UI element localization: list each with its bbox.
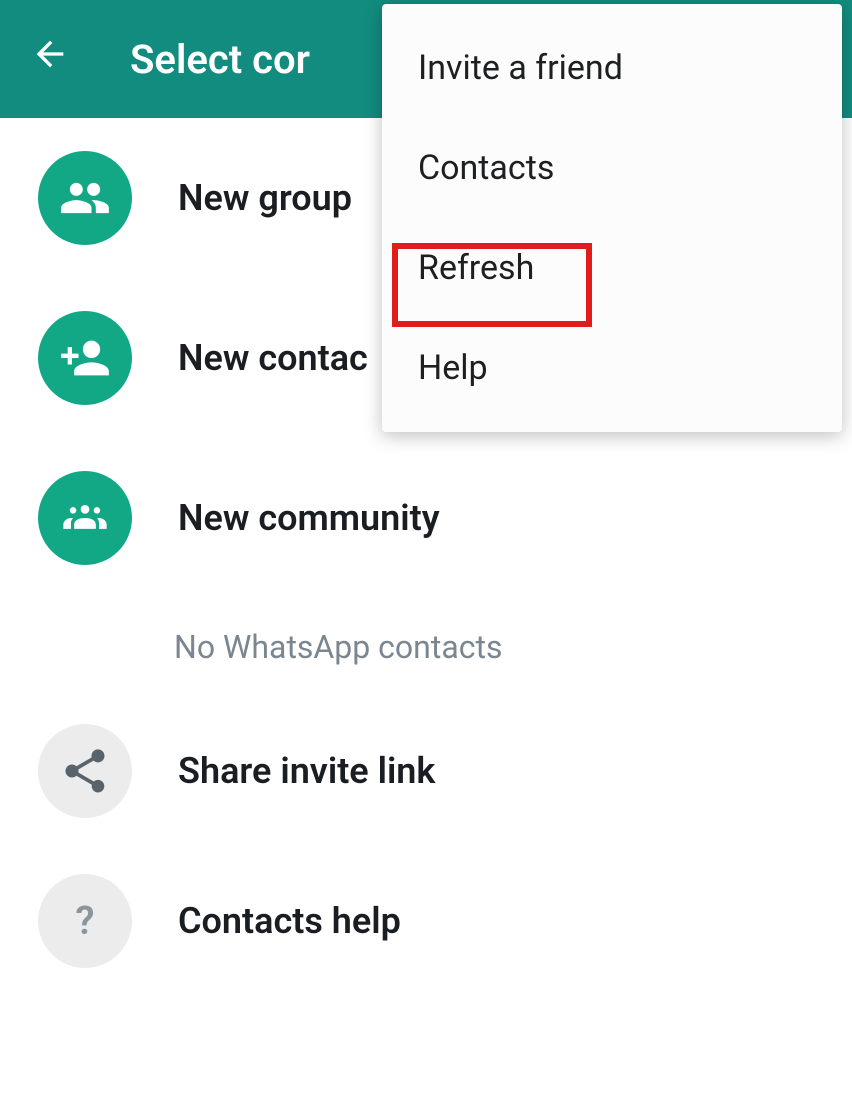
contacts-help-row[interactable]: ? Contacts help: [0, 846, 852, 996]
help-icon: ?: [38, 874, 132, 968]
new-group-label: New group: [178, 177, 352, 219]
contacts-help-label: Contacts help: [178, 900, 401, 942]
svg-text:?: ?: [75, 898, 94, 944]
new-contact-label: New contac: [178, 337, 368, 379]
menu-help[interactable]: Help: [382, 318, 842, 418]
page-title: Select cor: [130, 36, 310, 83]
community-icon: [38, 471, 132, 565]
group-icon: [38, 151, 132, 245]
share-invite-label: Share invite link: [178, 750, 435, 792]
share-invite-row[interactable]: Share invite link: [0, 696, 852, 846]
menu-invite-friend[interactable]: Invite a friend: [382, 18, 842, 118]
no-contacts-label: No WhatsApp contacts: [0, 598, 852, 696]
add-contact-icon: [38, 311, 132, 405]
menu-contacts[interactable]: Contacts: [382, 118, 842, 218]
share-icon: [38, 724, 132, 818]
overflow-menu: Invite a friend Contacts Refresh Help: [382, 4, 842, 432]
menu-refresh[interactable]: Refresh: [382, 218, 842, 318]
back-arrow-icon[interactable]: [20, 33, 90, 85]
new-community-label: New community: [178, 497, 440, 539]
new-community-row[interactable]: New community: [0, 438, 852, 598]
